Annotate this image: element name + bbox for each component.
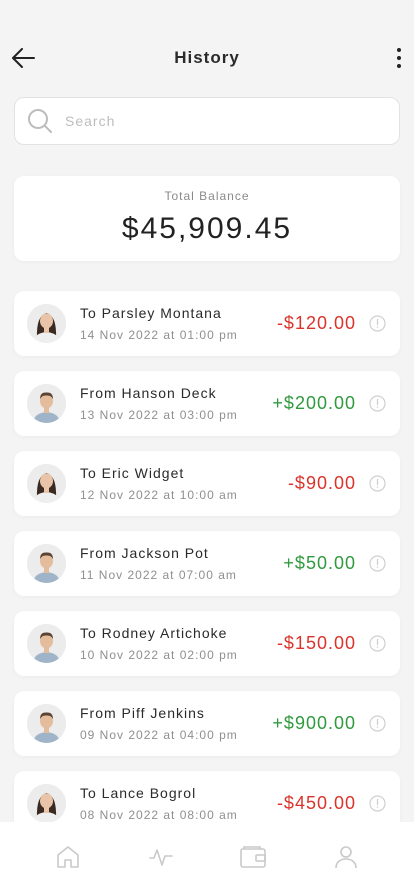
balance-label: Total Balance xyxy=(164,189,250,203)
balance-card: Total Balance $45,909.45 xyxy=(14,176,400,261)
avatar xyxy=(27,384,66,423)
transaction-name: From Jackson Pot xyxy=(80,545,209,561)
transaction-name: To Parsley Montana xyxy=(80,305,222,321)
transaction-date: 14 Nov 2022 at 01:00 pm xyxy=(80,328,238,342)
app-header: History xyxy=(0,0,414,96)
search-input[interactable] xyxy=(65,113,365,129)
avatar-man-icon xyxy=(27,384,66,423)
avatar xyxy=(27,544,66,583)
transaction-list: To Parsley Montana 14 Nov 2022 at 01:00 p… xyxy=(14,291,400,851)
home-icon xyxy=(57,846,80,868)
avatar xyxy=(27,464,66,503)
transaction-date: 10 Nov 2022 at 02:00 pm xyxy=(80,648,238,662)
transaction-row[interactable]: From Jackson Pot 11 Nov 2022 at 07:00 am +… xyxy=(14,531,400,596)
avatar xyxy=(27,304,66,343)
transaction-row[interactable]: To Eric Widget 12 Nov 2022 at 10:00 am -$9… xyxy=(14,451,400,516)
info-icon[interactable] xyxy=(369,715,386,732)
avatar xyxy=(27,624,66,663)
info-icon[interactable] xyxy=(369,315,386,332)
transaction-date: 12 Nov 2022 at 10:00 am xyxy=(80,488,238,502)
more-vertical-icon xyxy=(397,48,401,52)
transaction-amount: +$200.00 xyxy=(272,393,356,413)
transaction-date: 13 Nov 2022 at 03:00 pm xyxy=(80,408,238,422)
transaction-name: From Hanson Deck xyxy=(80,385,217,401)
transaction-amount: -$450.00 xyxy=(276,793,356,813)
avatar xyxy=(27,704,66,743)
search-icon xyxy=(28,109,52,133)
more-options-button[interactable] xyxy=(392,44,406,72)
info-icon[interactable] xyxy=(369,555,386,572)
nav-profile[interactable] xyxy=(316,832,376,882)
transaction-date: 09 Nov 2022 at 04:00 pm xyxy=(80,728,238,742)
transaction-amount: +$900.00 xyxy=(272,713,356,733)
info-icon[interactable] xyxy=(369,795,386,812)
transaction-row[interactable]: To Rodney Artichoke 10 Nov 2022 at 02:00 … xyxy=(14,611,400,676)
transaction-name: From Piff Jenkins xyxy=(80,705,205,721)
page-title: History xyxy=(174,48,240,67)
transaction-row[interactable]: From Piff Jenkins 09 Nov 2022 at 04:00 pm… xyxy=(14,691,400,756)
profile-icon xyxy=(334,846,357,869)
transaction-amount: -$150.00 xyxy=(276,633,356,653)
transaction-row[interactable]: From Hanson Deck 13 Nov 2022 at 03:00 pm +… xyxy=(14,371,400,436)
nav-activity[interactable] xyxy=(131,832,191,882)
nav-wallet[interactable] xyxy=(223,832,283,882)
avatar-woman-icon xyxy=(27,464,66,503)
wallet-icon xyxy=(240,846,267,868)
avatar-man-icon xyxy=(27,544,66,583)
avatar xyxy=(27,784,66,823)
info-icon[interactable] xyxy=(369,395,386,412)
info-icon[interactable] xyxy=(369,475,386,492)
avatar-woman-icon xyxy=(27,784,66,823)
transaction-name: To Eric Widget xyxy=(80,465,185,481)
transaction-name: To Rodney Artichoke xyxy=(80,625,228,641)
transaction-row[interactable]: To Parsley Montana 14 Nov 2022 at 01:00 p… xyxy=(14,291,400,356)
transaction-amount: -$90.00 xyxy=(287,473,356,493)
transaction-date: 11 Nov 2022 at 07:00 am xyxy=(80,568,237,582)
avatar-man-icon xyxy=(27,704,66,743)
activity-icon xyxy=(148,849,173,866)
avatar-woman-icon xyxy=(27,304,66,343)
nav-home[interactable] xyxy=(38,832,98,882)
transaction-amount: +$50.00 xyxy=(283,553,356,573)
bottom-navigation xyxy=(0,822,414,896)
transaction-name: To Lance Bogrol xyxy=(80,785,197,801)
balance-value: $45,909.45 xyxy=(121,212,293,245)
search-bar[interactable] xyxy=(14,97,400,145)
transaction-date: 08 Nov 2022 at 08:00 am xyxy=(80,808,238,822)
info-icon[interactable] xyxy=(369,635,386,652)
transaction-amount: -$120.00 xyxy=(276,313,356,333)
avatar-man-icon xyxy=(27,624,66,663)
